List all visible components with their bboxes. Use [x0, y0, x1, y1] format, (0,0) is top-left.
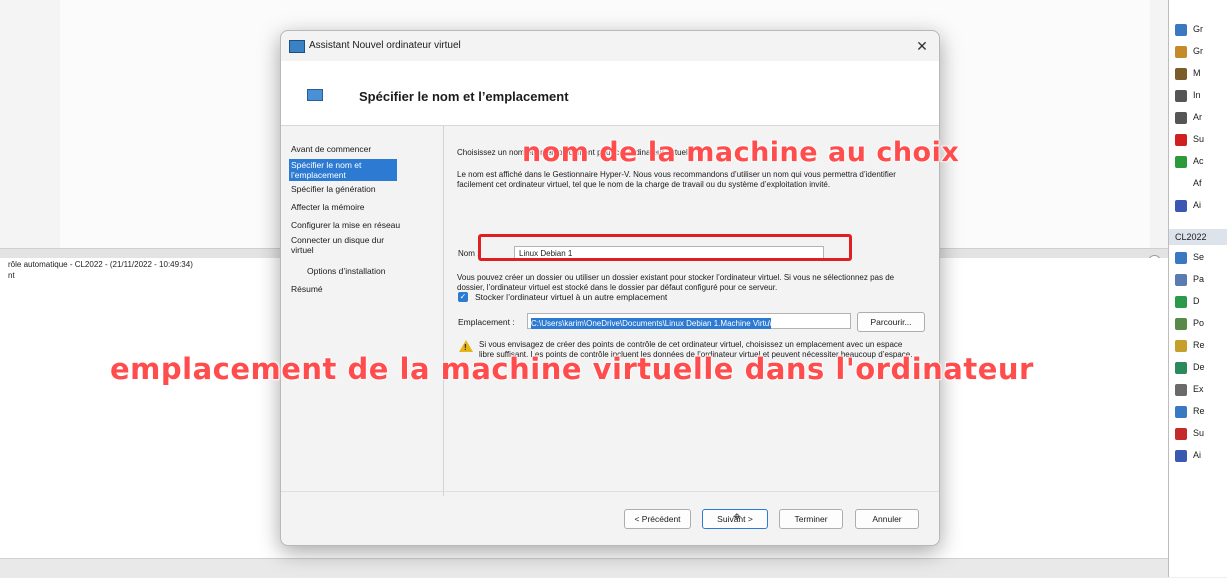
- help-icon: [1175, 199, 1187, 212]
- export-icon: [1175, 383, 1187, 396]
- action-item[interactable]: In: [1175, 86, 1201, 104]
- move-icon: [1175, 361, 1187, 374]
- folder-info-text: Vous pouvez créer un dossier ou utiliser…: [457, 273, 895, 292]
- step-virtual-disk[interactable]: Connecter un disque dur virtuel: [291, 235, 391, 255]
- action-item[interactable]: Af: [1175, 174, 1202, 192]
- log-line: nt: [8, 271, 15, 280]
- action-label: Su: [1193, 428, 1205, 438]
- rename-icon: [1175, 405, 1187, 418]
- action-item[interactable]: De: [1175, 358, 1205, 376]
- action-label: Po: [1193, 318, 1205, 328]
- step-name-location[interactable]: Spécifier le nom et l’emplacement: [289, 159, 397, 181]
- location-caption: emplacement de la machine virtuelle dans…: [109, 351, 1034, 386]
- stop-icon: [1175, 111, 1187, 124]
- users-icon: [1175, 45, 1187, 58]
- name-info-text: Le nom est affiché dans le Gestionnaire …: [457, 170, 896, 189]
- action-item[interactable]: Se: [1175, 248, 1204, 266]
- action-item[interactable]: Po: [1175, 314, 1204, 332]
- step-networking[interactable]: Configurer la mise en réseau: [291, 220, 431, 230]
- checkpoint-icon: [1175, 317, 1187, 330]
- status-bar: [0, 558, 1168, 578]
- store-elsewhere-label[interactable]: Stocker l’ordinateur virtuel à un autre …: [475, 292, 667, 302]
- action-item[interactable]: Ai: [1175, 196, 1201, 214]
- connect-icon: [1175, 251, 1187, 264]
- action-item[interactable]: Ex: [1175, 380, 1204, 398]
- location-input[interactable]: C:\Users\karim\OneDrive\Documents\Linux …: [527, 313, 851, 329]
- action-label: Ai: [1193, 200, 1202, 210]
- name-highlight-box: [478, 234, 852, 261]
- name-label: Nom :: [458, 249, 480, 258]
- action-label: De: [1193, 362, 1205, 372]
- step-memory[interactable]: Affecter la mémoire: [291, 202, 431, 212]
- previous-button[interactable]: < Précédent: [624, 509, 691, 529]
- mouse-cursor-icon: ⌖: [733, 508, 741, 524]
- dialog-title: Assistant Nouvel ordinateur virtuel: [309, 40, 461, 51]
- finish-button[interactable]: Terminer: [779, 509, 843, 529]
- step-generation[interactable]: Spécifier la génération: [291, 184, 431, 194]
- action-label: Gr: [1193, 46, 1203, 56]
- page-title: Spécifier le nom et l’emplacement: [359, 89, 569, 104]
- action-item[interactable]: Ai: [1175, 446, 1201, 464]
- action-label: In: [1193, 90, 1201, 100]
- revert-icon: [1175, 339, 1187, 352]
- manage-icon: [1175, 67, 1187, 80]
- action-label: Ai: [1193, 450, 1202, 460]
- dialog-titlebar[interactable]: Assistant Nouvel ordinateur virtuel ✕: [281, 31, 939, 61]
- actions-section-header: CL2022: [1169, 229, 1227, 245]
- cancel-button[interactable]: Annuler: [855, 509, 919, 529]
- import-icon: [1175, 89, 1187, 102]
- grid-icon: [1175, 23, 1187, 36]
- action-item[interactable]: Pa: [1175, 270, 1204, 288]
- browse-button[interactable]: Parcourir...: [857, 312, 925, 332]
- log-line: rôle automatique - CL2022 - (21/11/2022 …: [8, 260, 193, 269]
- action-label: Af: [1193, 178, 1202, 188]
- action-label: Su: [1193, 134, 1205, 144]
- action-item[interactable]: Su: [1175, 424, 1204, 442]
- action-item[interactable]: Re: [1175, 336, 1205, 354]
- step-install-options[interactable]: Options d’installation: [307, 266, 447, 276]
- action-item[interactable]: M: [1175, 64, 1201, 82]
- action-item[interactable]: Ar: [1175, 108, 1202, 126]
- step-summary[interactable]: Résumé: [291, 284, 431, 294]
- step-before-you-begin[interactable]: Avant de commencer: [291, 144, 431, 154]
- footer-divider: [281, 491, 939, 492]
- start-icon: [1175, 295, 1187, 308]
- actions-pane: Gr Gr M In Ar Su Ac Af Ai CL2022 Se Pa D Po Re De Ex Re…: [1168, 0, 1227, 577]
- action-item[interactable]: Su: [1175, 130, 1204, 148]
- vm-icon: [289, 40, 305, 53]
- store-elsewhere-checkbox[interactable]: ✓: [458, 292, 468, 302]
- blank-icon: [1175, 178, 1187, 190]
- action-item[interactable]: Gr: [1175, 20, 1203, 38]
- action-label: Gr: [1193, 24, 1203, 34]
- settings-icon: [1175, 273, 1187, 286]
- action-item[interactable]: Ac: [1175, 152, 1204, 170]
- action-label: Re: [1193, 340, 1205, 350]
- action-label: D: [1193, 296, 1200, 306]
- delete-icon: [1175, 133, 1187, 146]
- delete-vm-icon: [1175, 427, 1187, 440]
- help-icon: [1175, 449, 1187, 462]
- close-button[interactable]: ✕: [913, 37, 931, 55]
- action-item[interactable]: D: [1175, 292, 1200, 310]
- action-item[interactable]: Gr: [1175, 42, 1203, 60]
- name-caption: nom de la machine au choix: [521, 136, 960, 168]
- refresh-icon: [1175, 155, 1187, 168]
- action-label: Se: [1193, 252, 1205, 262]
- nav-divider: [443, 126, 444, 496]
- new-vm-wizard-dialog: Assistant Nouvel ordinateur virtuel ✕ Sp…: [280, 30, 940, 546]
- action-label: M: [1193, 68, 1201, 78]
- action-item[interactable]: Re: [1175, 402, 1205, 420]
- action-label: Ac: [1193, 156, 1204, 166]
- action-label: Re: [1193, 406, 1205, 416]
- page-icon: [307, 89, 323, 101]
- action-label: Ar: [1193, 112, 1202, 122]
- action-label: Pa: [1193, 274, 1205, 284]
- location-value: C:\Users\karim\OneDrive\Documents\Linux …: [531, 318, 772, 329]
- wizard-steps-nav: Avant de commencer Spécifier le nom et l…: [281, 126, 443, 491]
- location-label: Emplacement :: [458, 317, 515, 327]
- action-label: Ex: [1193, 384, 1204, 394]
